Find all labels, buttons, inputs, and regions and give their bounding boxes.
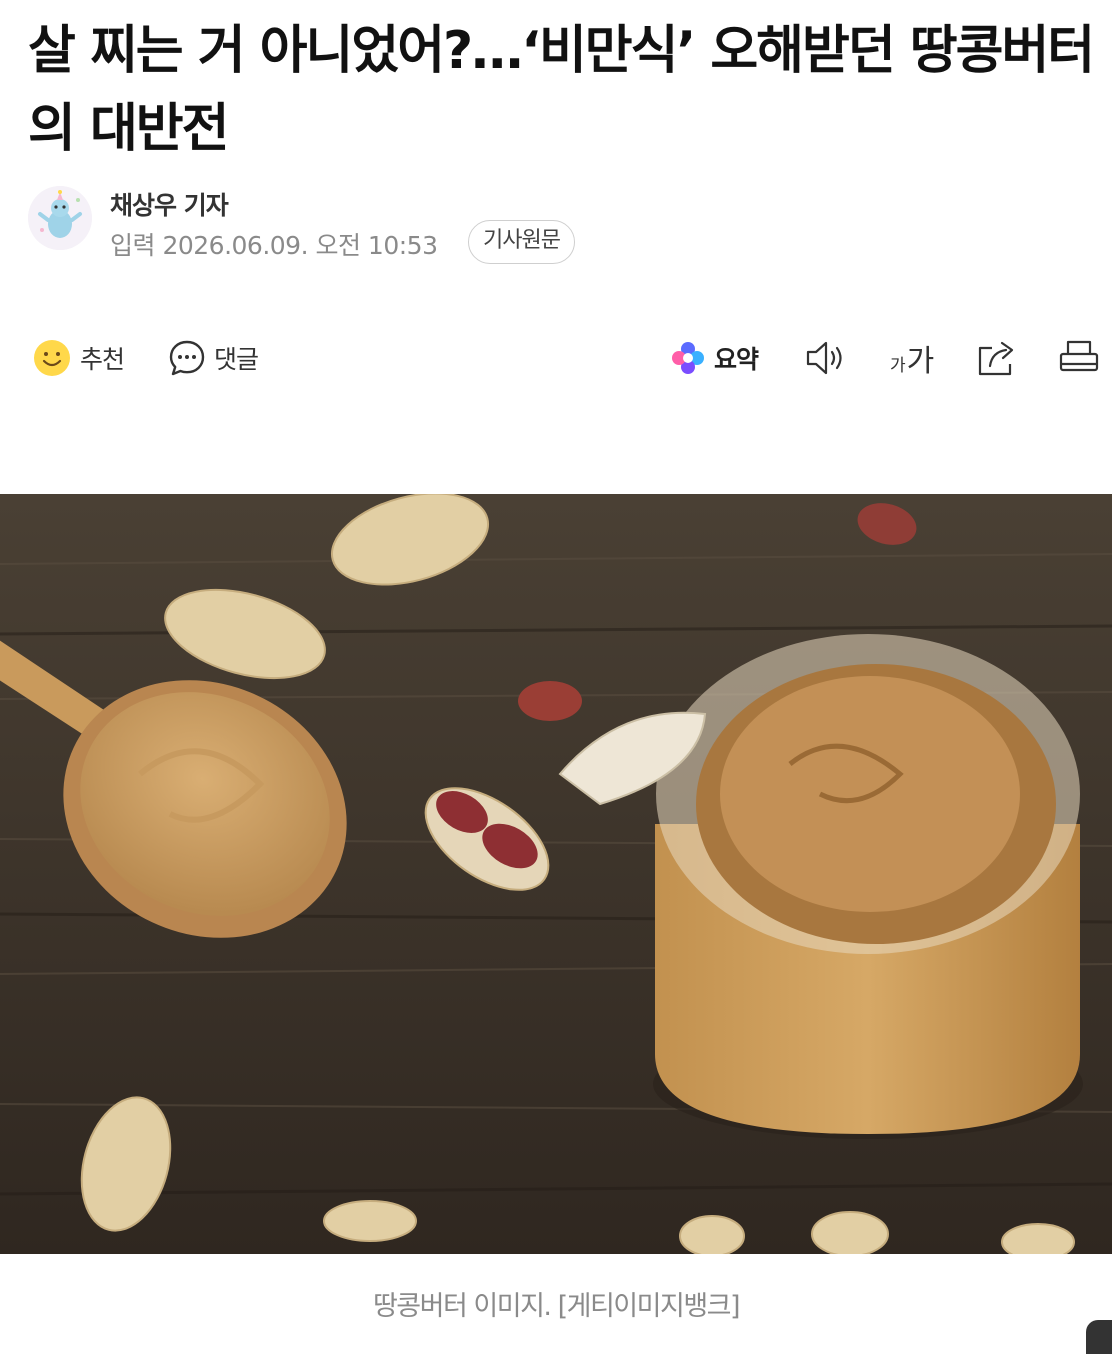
sparkle-flower-icon	[672, 342, 704, 374]
share-button[interactable]	[976, 330, 1018, 386]
print-button[interactable]	[1058, 330, 1100, 386]
article-toolbar: 추천 댓글 요약 가 가	[0, 330, 1112, 386]
font-size-large-glyph: 가	[906, 344, 935, 379]
comment-label: 댓글	[214, 345, 259, 374]
reporter-avatar[interactable]	[28, 186, 92, 250]
text-to-speech-button[interactable]	[804, 330, 848, 386]
recommend-button[interactable]: 추천	[32, 330, 125, 386]
original-article-button[interactable]: 기사원문	[468, 220, 575, 264]
summary-button[interactable]: 요약	[670, 330, 759, 386]
article-headline: 살 찌는 거 아니었어?…‘비만식’ 오해받던 땅콩버터의 대반전	[28, 21, 1095, 159]
smile-emoji-icon	[34, 340, 70, 376]
speaker-icon	[806, 341, 842, 375]
print-icon	[1059, 340, 1099, 372]
summary-label: 요약	[714, 345, 759, 374]
recommend-label: 추천	[80, 345, 125, 374]
article-photo[interactable]	[0, 494, 1112, 1254]
comment-button[interactable]: 댓글	[168, 330, 259, 386]
publish-date: 입력 2026.06.09. 오전 10:53	[110, 231, 438, 260]
scroll-top-button[interactable]	[1086, 1320, 1112, 1354]
font-size-button[interactable]: 가 가	[890, 330, 935, 386]
byline: 채상우 기자 입력 2026.06.09. 오전 10:53 기사원문	[28, 186, 728, 266]
speech-bubble-icon	[169, 340, 205, 376]
photo-caption: 땅콩버터 이미지. [게티이미지뱅크]	[372, 1291, 741, 1322]
reporter-name[interactable]: 채상우 기자	[110, 186, 229, 222]
font-size-small-glyph: 가	[890, 355, 906, 376]
share-icon	[978, 341, 1014, 376]
